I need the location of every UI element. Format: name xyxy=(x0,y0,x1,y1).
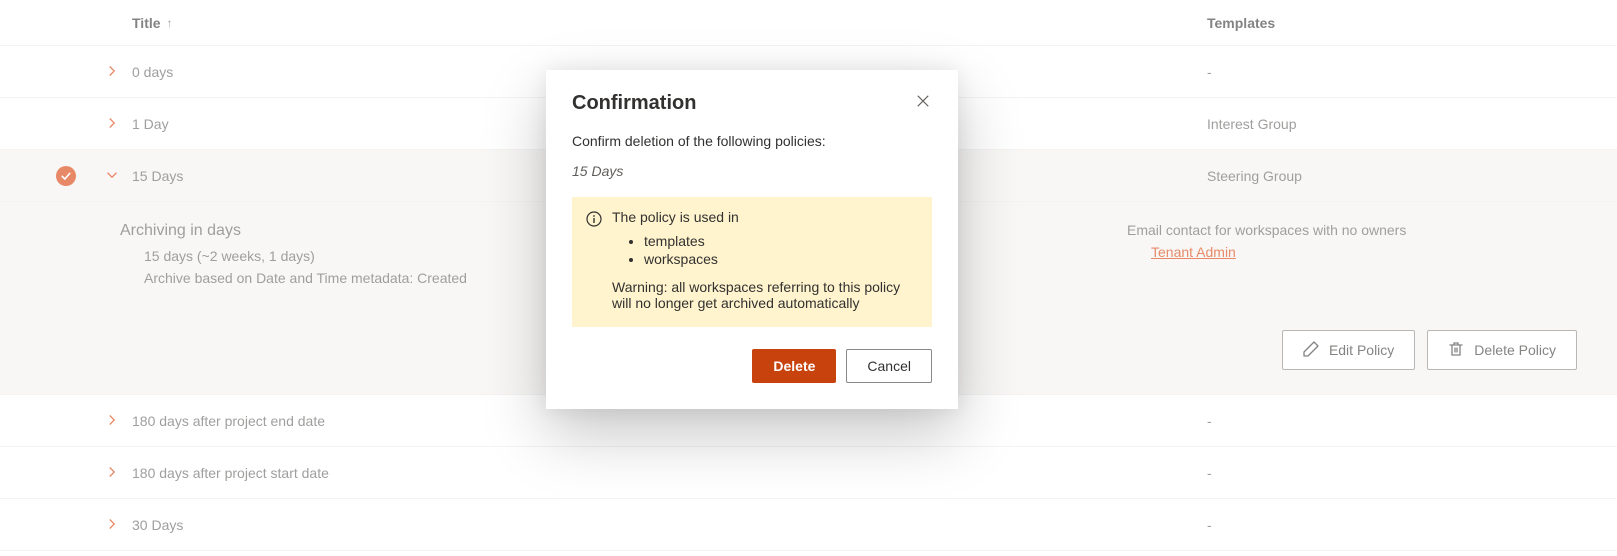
confirmation-dialog: Confirmation Confirm deletion of the fol… xyxy=(546,70,958,409)
dialog-item-name: 15 Days xyxy=(572,163,932,179)
info-warning-text: Warning: all workspaces referring to thi… xyxy=(612,279,918,311)
info-content: The policy is used in templates workspac… xyxy=(612,209,918,311)
info-list-item: workspaces xyxy=(644,251,918,267)
dialog-actions: Delete Cancel xyxy=(572,349,932,383)
info-icon xyxy=(586,211,602,311)
info-intro: The policy is used in xyxy=(612,209,918,225)
dialog-header: Confirmation xyxy=(572,92,932,115)
info-list: templates workspaces xyxy=(644,233,918,267)
confirm-delete-button[interactable]: Delete xyxy=(752,349,836,383)
info-messagebar: The policy is used in templates workspac… xyxy=(572,197,932,327)
close-icon xyxy=(916,96,930,111)
dialog-title: Confirmation xyxy=(572,92,696,115)
info-list-item: templates xyxy=(644,233,918,249)
cancel-button[interactable]: Cancel xyxy=(846,349,932,383)
dialog-message: Confirm deletion of the following polici… xyxy=(572,133,932,149)
close-button[interactable] xyxy=(914,92,932,113)
